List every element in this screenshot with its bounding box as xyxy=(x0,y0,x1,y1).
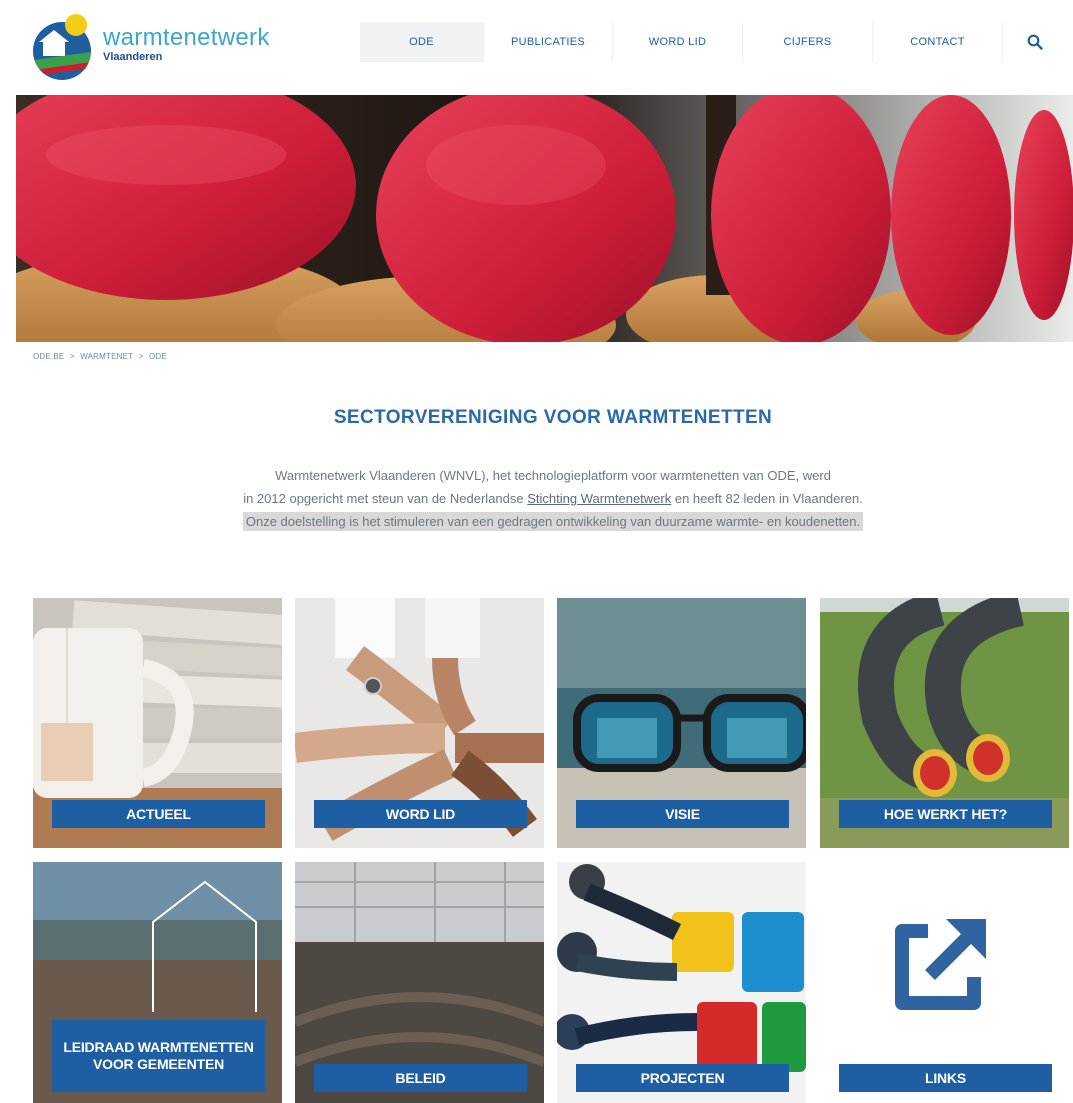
tile-label: VISIE xyxy=(576,800,789,828)
logo-region: Vlaanderen xyxy=(103,51,163,63)
stichting-warmtenetwerk-link[interactable]: Stichting Warmtenetwerk xyxy=(527,491,671,506)
tile-label: PROJECTEN xyxy=(576,1064,789,1092)
intro-text: Warmtenetwerk Vlaanderen (WNVL), het tec… xyxy=(0,464,1073,533)
tile-label: HOE WERKT HET? xyxy=(839,800,1052,828)
intro-line-2: in 2012 opgericht met steun van de Neder… xyxy=(243,491,863,506)
main-nav: ODE PUBLICATIES WORD LID CIJFERS CONTACT xyxy=(360,22,1003,62)
breadcrumb-current: ODE xyxy=(149,352,167,361)
logo-name: warmtenetwerk xyxy=(103,24,270,51)
tile-links[interactable]: LINKS xyxy=(820,862,1069,1103)
site-header: warmtenetwerk Vlaanderen ODE PUBLICATIES… xyxy=(0,0,1073,95)
intro-line-3: Onze doelstelling is het stimuleren van … xyxy=(242,512,864,531)
site-logo[interactable]: warmtenetwerk Vlaanderen xyxy=(33,10,293,80)
tile-label: LINKS xyxy=(839,1064,1052,1092)
search-icon xyxy=(1027,34,1043,50)
tile-label: WORD LID xyxy=(314,800,527,828)
intro-line-1: Warmtenetwerk Vlaanderen (WNVL), het tec… xyxy=(275,468,831,483)
breadcrumb-separator: > xyxy=(138,352,144,361)
tile-visie[interactable]: VISIE xyxy=(557,598,806,848)
breadcrumb: ODE.BE > WARMTENET > ODE xyxy=(33,352,170,361)
tile-projecten[interactable]: PROJECTEN xyxy=(557,862,806,1103)
tile-beleid[interactable]: BELEID xyxy=(295,862,544,1103)
nav-item-cijfers[interactable]: CIJFERS xyxy=(743,22,873,62)
nav-item-contact[interactable]: CONTACT xyxy=(873,22,1003,62)
breadcrumb-separator: > xyxy=(69,352,75,361)
nav-item-ode[interactable]: ODE xyxy=(360,22,484,62)
tile-label: ACTUEEL xyxy=(52,800,265,828)
external-link-icon xyxy=(895,919,986,1010)
search-button[interactable] xyxy=(1020,27,1050,57)
nav-item-word-lid[interactable]: WORD LID xyxy=(613,22,743,62)
breadcrumb-warmtenet[interactable]: WARMTENET xyxy=(80,352,133,361)
breadcrumb-home[interactable]: ODE.BE xyxy=(33,352,64,361)
page-title: SECTORVERENIGING VOOR WARMTENETTEN xyxy=(333,407,773,428)
tile-leidraad[interactable]: LEIDRAAD WARMTENETTEN VOOR GEMEENTEN xyxy=(33,862,282,1103)
tile-word-lid[interactable]: WORD LID xyxy=(295,598,544,848)
tile-actueel[interactable]: ACTUEEL xyxy=(33,598,282,848)
tile-label: BELEID xyxy=(314,1064,527,1092)
logo-mark xyxy=(33,14,95,80)
tile-label: LEIDRAAD WARMTENETTEN VOOR GEMEENTEN xyxy=(52,1020,265,1092)
nav-item-publicaties[interactable]: PUBLICATIES xyxy=(484,22,613,62)
tile-hoe-werkt-het[interactable]: HOE WERKT HET? xyxy=(820,598,1069,848)
hero-image xyxy=(16,95,1073,342)
